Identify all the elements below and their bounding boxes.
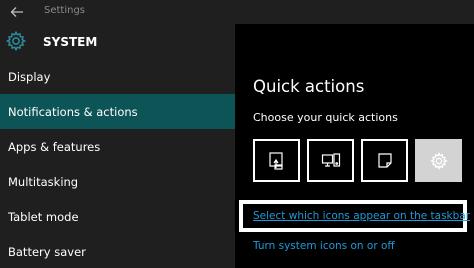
sidebar-item-label: Tablet mode bbox=[8, 209, 79, 224]
sidebar-item-label: Multitasking bbox=[8, 174, 79, 189]
sidebar-item-tablet-mode[interactable]: Tablet mode bbox=[0, 199, 235, 234]
gear-icon bbox=[5, 30, 27, 52]
sidebar-item-label: Apps & features bbox=[8, 139, 101, 154]
settings-window: Settings SYSTEM Display Notifications & … bbox=[0, 0, 474, 268]
sidebar-item-label: Battery saver bbox=[8, 244, 86, 259]
sidebar-item-multitasking[interactable]: Multitasking bbox=[0, 164, 235, 199]
main-panel: Quick actions Choose your quick actions bbox=[235, 58, 474, 268]
sidebar-item-label: Display bbox=[8, 69, 51, 84]
sidebar-item-notifications-actions[interactable]: Notifications & actions bbox=[0, 94, 235, 129]
title-bar: Settings bbox=[0, 0, 474, 24]
quick-action-tile-connect[interactable] bbox=[307, 139, 354, 182]
sidebar: SYSTEM Display Notifications & actions A… bbox=[0, 24, 235, 268]
tablet-mode-icon bbox=[268, 151, 283, 170]
sidebar-item-apps-features[interactable]: Apps & features bbox=[0, 129, 235, 164]
sidebar-item-display[interactable]: Display bbox=[0, 59, 235, 94]
window-title: Settings bbox=[44, 5, 86, 16]
sidebar-item-battery-saver[interactable]: Battery saver bbox=[0, 234, 235, 268]
quick-action-tile-tablet-mode[interactable] bbox=[253, 139, 300, 182]
settings-gear-icon bbox=[429, 151, 448, 170]
back-button[interactable] bbox=[7, 3, 27, 21]
section-subtitle: Choose your quick actions bbox=[253, 111, 398, 124]
taskbar-icons-link[interactable]: Select which icons appear on the taskbar bbox=[253, 209, 470, 223]
connect-icon bbox=[321, 152, 340, 167]
page-title: Quick actions bbox=[253, 77, 365, 96]
quick-action-tile-note[interactable] bbox=[361, 139, 408, 182]
sidebar-item-label: Notifications & actions bbox=[8, 104, 138, 119]
back-arrow-icon bbox=[10, 7, 23, 17]
sidebar-title: SYSTEM bbox=[43, 35, 98, 49]
note-icon bbox=[377, 152, 392, 168]
system-icons-link[interactable]: Turn system icons on or off bbox=[253, 239, 395, 253]
quick-action-tile-settings[interactable] bbox=[415, 139, 462, 182]
sidebar-header: SYSTEM bbox=[0, 24, 235, 64]
